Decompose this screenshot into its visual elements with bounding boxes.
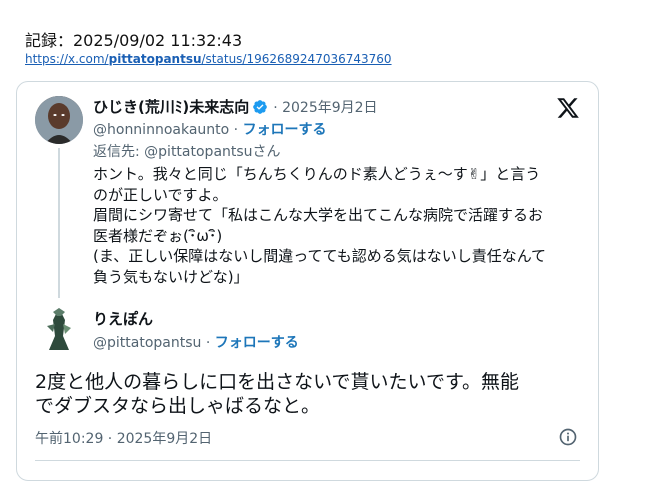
thread-line: [58, 148, 60, 298]
quoted-follow-button[interactable]: フォローする: [243, 122, 327, 138]
main-display-name[interactable]: りえぽん: [93, 308, 153, 329]
source-link-user: pittatopantsu: [108, 52, 202, 66]
quoted-text-line: ホント。我々と同じ「ちんちくりんのド素人どうぇ～す✌」と言う: [93, 165, 541, 183]
source-link[interactable]: https://x.com/pittatopantsu/status/19626…: [25, 52, 392, 66]
info-icon[interactable]: [558, 427, 578, 447]
verified-badge-icon: [253, 99, 268, 114]
main-handle-row: @pittatopantsu · フォローする: [93, 332, 299, 352]
quoted-text-line: のが正しいですよ。: [93, 185, 228, 204]
quoted-tweet-text: ホント。我々と同じ「ちんちくりんのド素人どうぇ～す✌」と言う のが正しいですよ。…: [93, 164, 583, 287]
avatar-riepon[interactable]: [39, 306, 79, 350]
source-link-prefix: https://x.com/: [25, 52, 109, 66]
quoted-date[interactable]: · 2025年9月2日: [273, 97, 377, 117]
quoted-text-line: 負う気もないけどな)」: [93, 267, 249, 286]
quoted-text-line: 医者様だぞぉ(･ิω･ิ): [93, 226, 223, 245]
main-handle[interactable]: @pittatopantsu ·: [93, 335, 210, 351]
tweet-embed-card: ひじき(荒川ﾐ)未来志向 · 2025年9月2日 @honninnoakaunt…: [16, 81, 599, 481]
record-timestamp: 記録：2025/09/02 11:32:43: [25, 31, 243, 50]
main-text-line: でダブスタなら出しゃばるなと。: [35, 395, 321, 417]
quoted-handle[interactable]: @honninnoakaunto ·: [93, 122, 238, 138]
quoted-display-name[interactable]: ひじき(荒川ﾐ)未来志向: [93, 96, 249, 117]
quoted-text-line: (ま、正しい保障はないし間違ってても認める気はないし責任なんて: [93, 247, 547, 265]
quoted-author-row: ひじき(荒川ﾐ)未来志向 · 2025年9月2日: [93, 96, 378, 117]
avatar-hijiki[interactable]: [35, 96, 83, 144]
x-logo-icon[interactable]: [556, 96, 580, 120]
source-link-suffix: /status/1962689247036743760: [201, 52, 392, 66]
main-timestamp[interactable]: 午前10:29 · 2025年9月2日: [35, 428, 212, 448]
quoted-handle-row: @honninnoakaunto · フォローする: [93, 119, 327, 139]
reply-to-label: 返信先: @pittatopantsuさん: [93, 144, 281, 160]
main-follow-button[interactable]: フォローする: [215, 335, 299, 351]
main-tweet-text: 2度と他人の暮らしに口を出さないで貰いたいです。無能 でダブスタなら出しゃばるな…: [35, 370, 585, 418]
quoted-text-line: 眉間にシワ寄せて「私はこんな大学を出てこんな病院で活躍するお: [93, 206, 544, 224]
divider: [35, 460, 580, 461]
main-text-line: 2度と他人の暮らしに口を出さないで貰いたいです。無能: [35, 371, 520, 393]
